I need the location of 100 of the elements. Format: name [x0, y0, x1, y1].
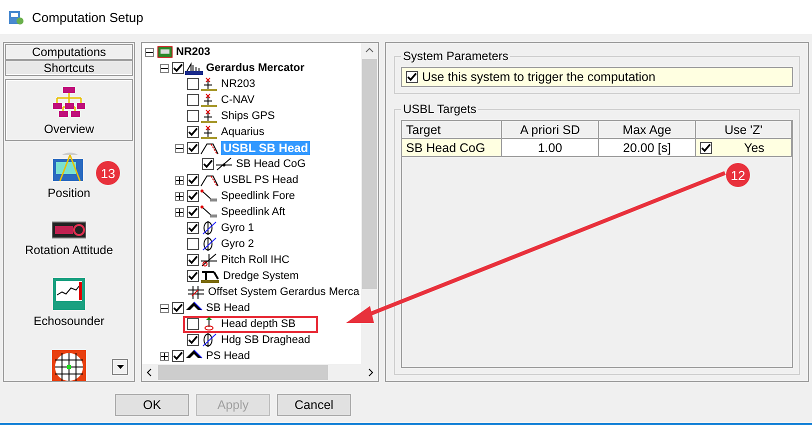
checkbox[interactable] — [187, 78, 199, 90]
link-icon — [200, 205, 218, 219]
tree-item[interactable]: Offset System Gerardus Merca — [206, 286, 361, 298]
shortcut-label[interactable]: Rotation Attitude — [24, 242, 114, 256]
tree-item[interactable]: USBL PS Head — [221, 174, 300, 186]
shortcut-item[interactable]: Overview — [5, 79, 133, 141]
dredge-icon — [200, 269, 220, 283]
antenna-icon — [200, 77, 218, 91]
window-icon — [8, 9, 24, 25]
checkbox[interactable] — [187, 110, 199, 122]
tree-item[interactable]: Gyro 2 — [219, 238, 256, 250]
checkbox[interactable] — [187, 254, 199, 266]
cell-value: Yes — [744, 140, 764, 154]
column-header: Max Age — [599, 121, 696, 139]
checkbox[interactable] — [187, 270, 199, 282]
sidebar-tab[interactable]: Shortcuts — [5, 60, 133, 76]
checkbox[interactable] — [187, 318, 199, 330]
grid-globe-icon[interactable] — [52, 350, 86, 381]
scroll-right-icon[interactable] — [368, 368, 374, 377]
expand-icon[interactable] — [160, 352, 169, 360]
tree-item[interactable]: Ships GPS — [219, 110, 277, 122]
tree-item[interactable]: C-NAV — [219, 94, 256, 106]
check-icon — [701, 142, 711, 152]
tree-item[interactable]: NR203 — [219, 78, 258, 90]
antenna-icon — [200, 93, 218, 107]
checkbox[interactable] — [187, 334, 199, 346]
checkbox[interactable] — [172, 302, 184, 314]
scroll-left-icon[interactable] — [146, 368, 152, 377]
column-header: Target — [402, 121, 502, 139]
checkbox[interactable] — [187, 190, 199, 202]
checkbox[interactable] — [172, 62, 184, 74]
vertical-scrollbar[interactable] — [361, 43, 378, 364]
horizontal-scrollbar[interactable] — [142, 364, 378, 381]
column-header: Use 'Z' — [696, 121, 792, 139]
dialog-button[interactable]: OK — [115, 394, 189, 416]
gyro-icon — [200, 333, 218, 347]
checkbox[interactable] — [406, 71, 418, 83]
tree-item[interactable]: SB Head CoG — [234, 158, 308, 170]
table-cell: 1.00 — [502, 139, 599, 157]
tree-item[interactable]: SB Head — [204, 302, 252, 314]
check-icon — [407, 72, 417, 82]
checkbox[interactable] — [187, 222, 199, 234]
table-cell: SB Head CoG — [402, 139, 502, 157]
window-title: Computation Setup — [32, 10, 144, 24]
tree-item[interactable]: Gyro 1 — [219, 222, 256, 234]
chart-monitor-icon[interactable] — [52, 276, 86, 310]
shortcut-label[interactable]: Overview — [44, 122, 94, 136]
transceiver-icon — [200, 141, 220, 155]
checkbox[interactable] — [187, 142, 199, 154]
check-icon — [173, 303, 183, 313]
shortcut-label[interactable]: Echosounder — [34, 314, 104, 328]
expand-icon[interactable] — [175, 176, 184, 184]
dialog-button[interactable]: Cancel — [277, 394, 351, 416]
vessel-icon — [185, 61, 203, 75]
grid-icon — [187, 285, 205, 299]
collapse-icon[interactable] — [145, 48, 154, 56]
group-title: System Parameters — [402, 49, 510, 63]
column-header: A priori SD — [502, 121, 599, 139]
link-icon — [200, 189, 218, 203]
crosshair-icon — [215, 157, 233, 171]
antenna-icon — [200, 125, 218, 139]
checkbox[interactable] — [172, 350, 184, 362]
check-icon — [173, 63, 183, 73]
tree-item[interactable]: Speedlink Fore — [219, 190, 297, 202]
trigger-option[interactable]: Use this system to trigger the computation — [401, 67, 793, 87]
checkbox[interactable] — [187, 206, 199, 218]
checkbox[interactable] — [187, 94, 199, 106]
checkbox[interactable] — [187, 174, 199, 186]
checkbox[interactable] — [187, 126, 199, 138]
annotation-badge: 13 — [96, 161, 120, 185]
collapse-icon[interactable] — [160, 64, 169, 72]
checkbox[interactable] — [700, 142, 712, 154]
gyro-icon — [200, 221, 218, 235]
tree-item[interactable]: Head depth SB — [219, 318, 298, 330]
hierarchy-icon[interactable] — [52, 84, 86, 118]
shortcut-label[interactable]: Position — [48, 186, 90, 200]
option-label: Use this system to trigger the computation — [422, 70, 656, 84]
tree-item[interactable]: Hdg SB Draghead — [219, 334, 312, 346]
tree-item[interactable]: Dredge System — [221, 270, 301, 282]
transceiver-icon — [200, 173, 220, 187]
tree-item[interactable]: PS Head — [204, 350, 252, 362]
group-title: USBL Targets — [402, 102, 478, 116]
tree-item[interactable]: Gerardus Mercator — [204, 62, 306, 74]
checkbox[interactable] — [202, 158, 214, 170]
table-cell: 20.00 [s] — [599, 139, 696, 157]
tree-item[interactable]: Aquarius — [219, 126, 266, 138]
collapse-icon[interactable] — [175, 144, 184, 152]
collapse-icon[interactable] — [160, 304, 169, 312]
tree-item[interactable]: NR203 — [174, 46, 212, 58]
expand-icon[interactable] — [175, 192, 184, 200]
scroll-down-button[interactable] — [112, 359, 128, 375]
display-icon[interactable] — [52, 220, 86, 240]
sidebar-tab[interactable]: Computations — [5, 44, 133, 60]
expand-icon[interactable] — [175, 208, 184, 216]
antenna-icon — [200, 109, 218, 123]
axes-icon — [200, 253, 218, 267]
tree-item[interactable]: Pitch Roll IHC — [219, 254, 292, 266]
tree-item[interactable]: Speedlink Aft — [219, 206, 288, 218]
network-icon — [157, 45, 173, 59]
checkbox[interactable] — [187, 238, 199, 250]
